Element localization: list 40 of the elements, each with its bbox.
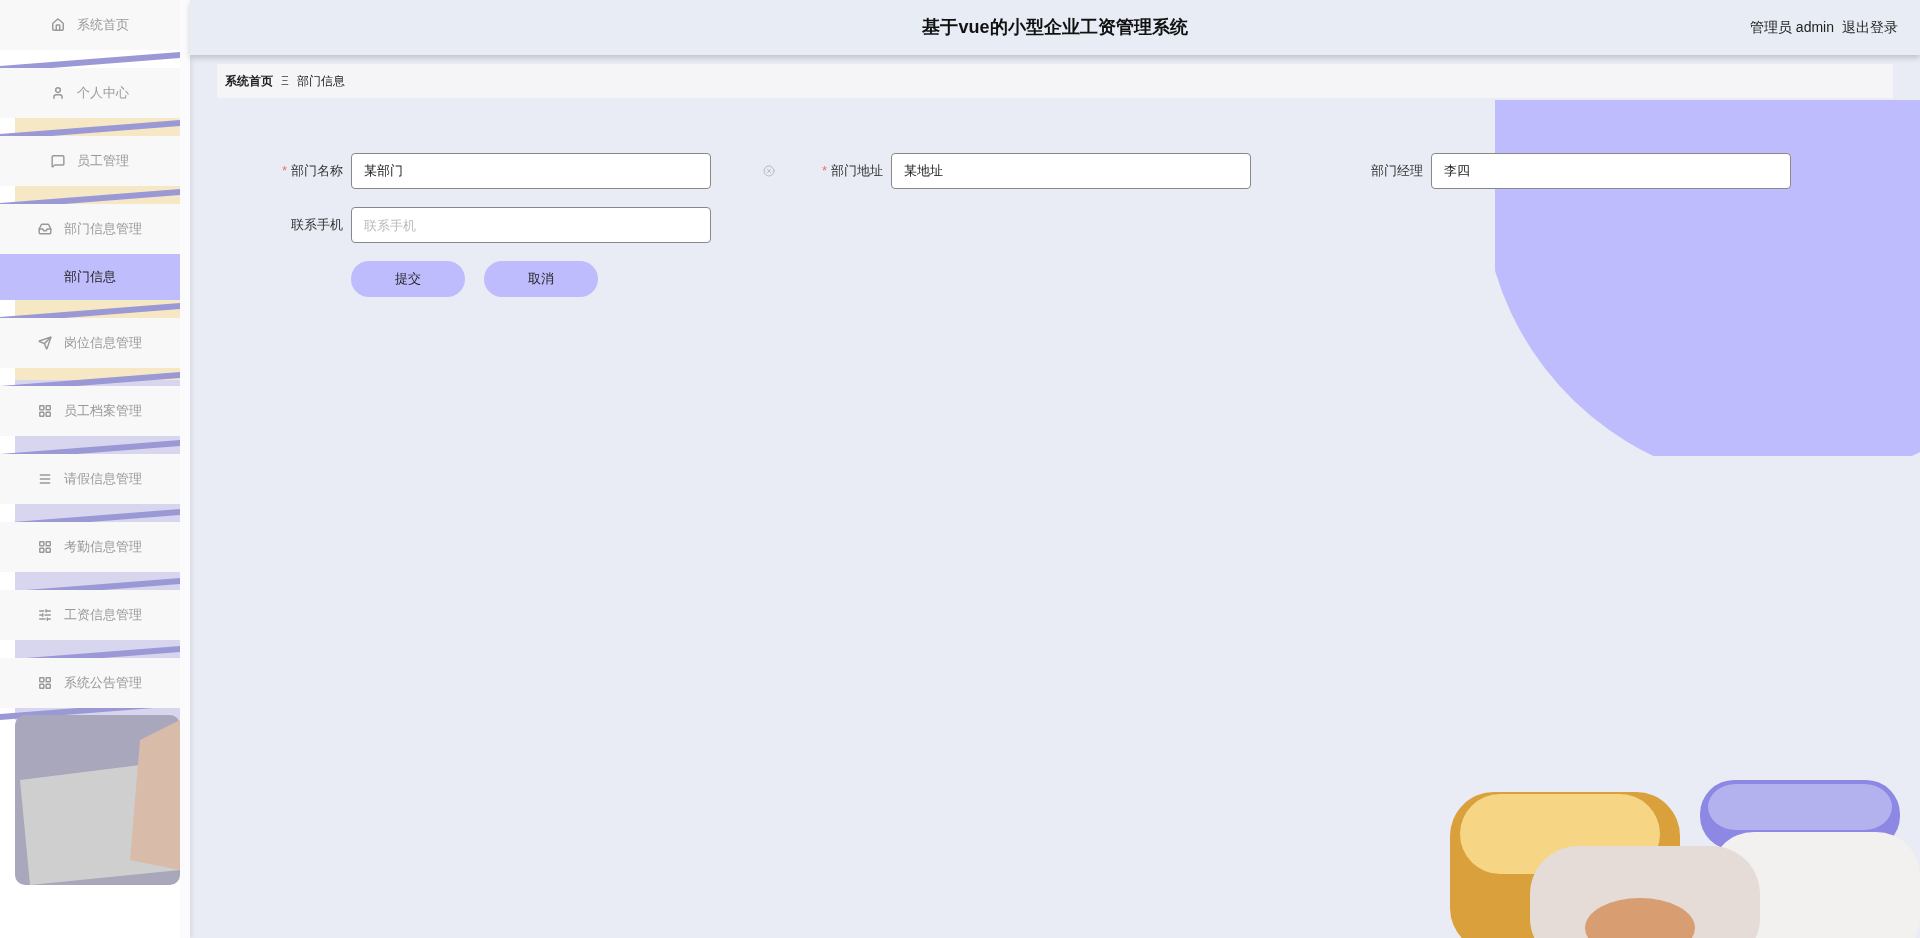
- breadcrumb-item[interactable]: 部门信息: [296, 72, 345, 90]
- tray-icon: [38, 222, 52, 236]
- sidebar-item[interactable]: 系统首页: [0, 0, 180, 50]
- clear-icon[interactable]: [762, 165, 775, 177]
- sidebar-item[interactable]: 员工档案管理: [0, 386, 180, 436]
- home-icon: [51, 18, 65, 32]
- sidebar-item[interactable]: 员工管理: [0, 136, 180, 186]
- sidebar-item[interactable]: 个人中心: [0, 68, 180, 118]
- list-icon: [38, 472, 52, 486]
- field-label: 联系手机: [291, 216, 343, 235]
- input-field[interactable]: 联系手机: [351, 207, 711, 243]
- required-mark: *: [821, 162, 827, 181]
- user-icon: [51, 86, 65, 100]
- sidebar-item[interactable]: 部门信息管理: [0, 204, 180, 254]
- submit-button[interactable]: 提交: [351, 261, 465, 297]
- sidebar-item[interactable]: 考勤信息管理: [0, 522, 180, 572]
- window-title: 基于vue的小型企业工资管理系统: [922, 16, 1188, 39]
- input-field[interactable]: 某部门: [351, 153, 711, 189]
- field-label: 部门名称: [291, 162, 343, 181]
- grid-icon: [38, 676, 52, 690]
- sidebar-item[interactable]: 工资信息管理: [0, 590, 180, 640]
- field-label: 部门地址: [831, 162, 883, 181]
- sliders-icon: [38, 608, 52, 622]
- breadcrumb-separator: Ξ: [281, 73, 289, 90]
- input-field[interactable]: 李四: [1431, 153, 1791, 189]
- grid-icon: [38, 540, 52, 554]
- sidebar-item[interactable]: 请假信息管理: [0, 454, 180, 504]
- field-label: 部门经理: [1371, 162, 1423, 181]
- sidebar-item[interactable]: 岗位信息管理: [0, 318, 180, 368]
- breadcrumb-item[interactable]: 系统首页: [225, 72, 273, 90]
- cancel-button[interactable]: 取消: [484, 261, 598, 297]
- grid-icon: [38, 404, 52, 418]
- send-icon: [38, 336, 52, 350]
- logout-link[interactable]: 退出登录: [1842, 17, 1898, 38]
- submenu-item[interactable]: 部门信息: [0, 254, 180, 300]
- input-field[interactable]: 某地址: [891, 153, 1251, 189]
- sidebar-item[interactable]: 系统公告管理: [0, 658, 180, 708]
- required-mark: *: [281, 162, 287, 181]
- user-label: 管理员 admin: [1749, 18, 1834, 37]
- chat-icon: [51, 154, 65, 168]
